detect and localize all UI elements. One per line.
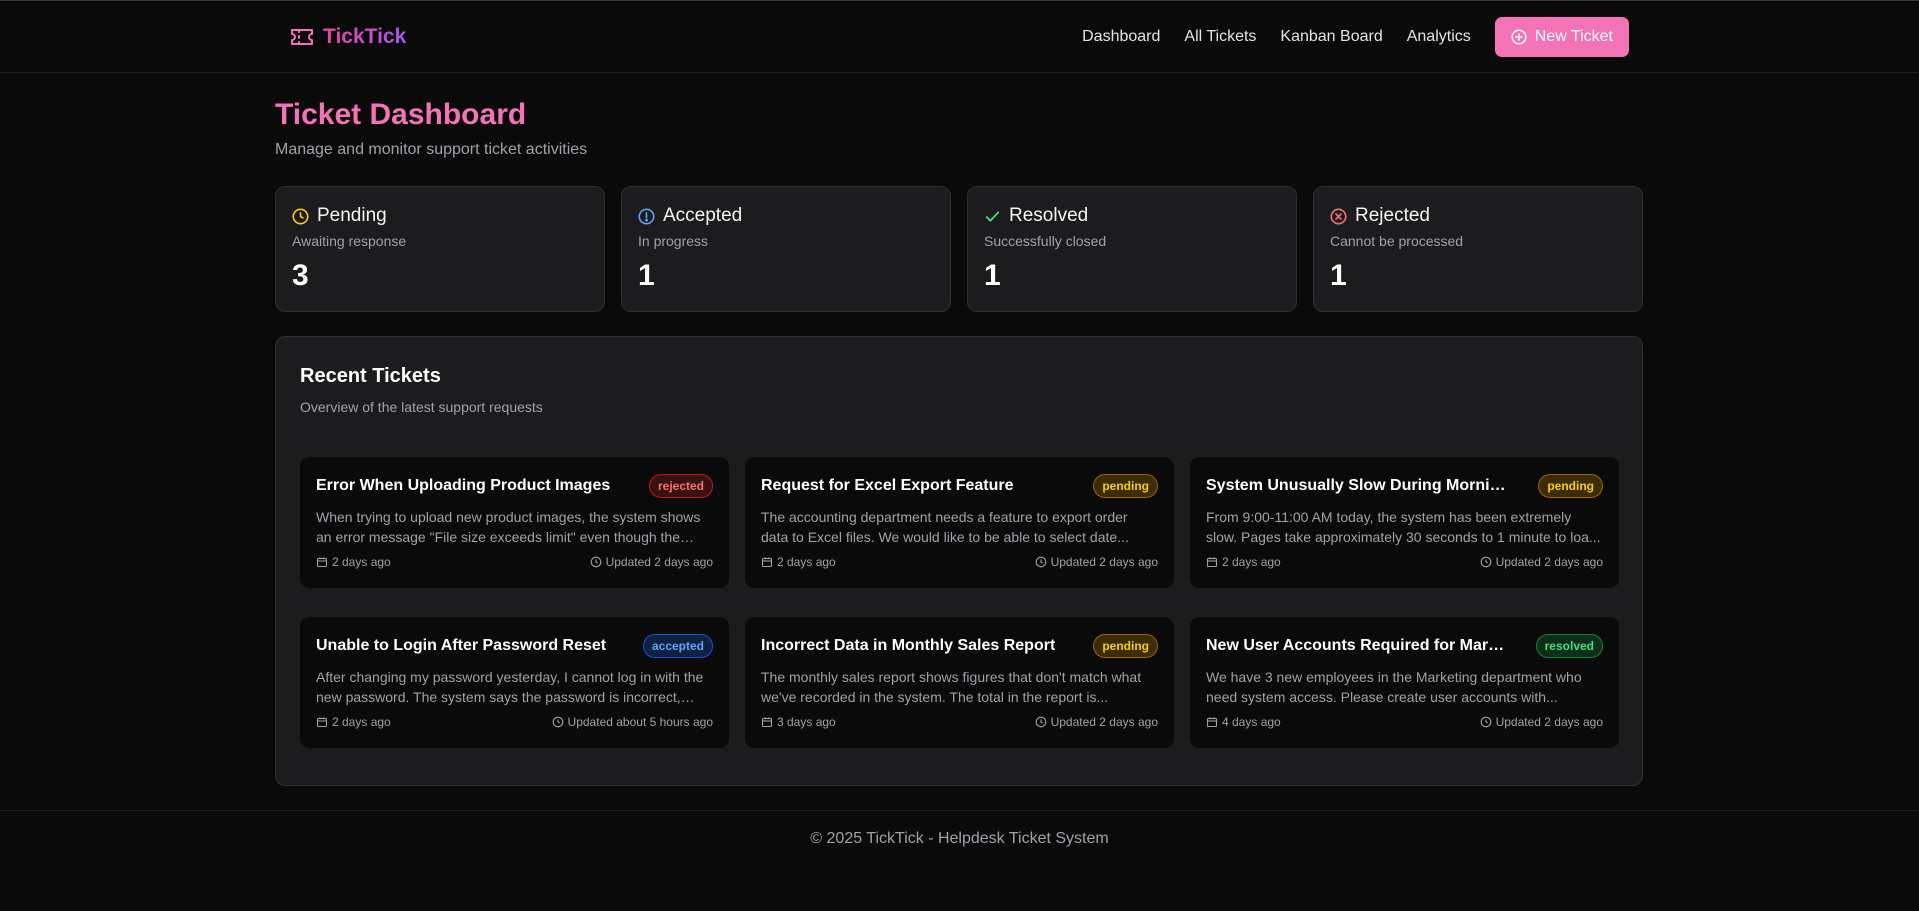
page-subtitle: Manage and monitor support ticket activi… xyxy=(275,141,588,158)
clock-icon xyxy=(1480,556,1491,568)
calendar-icon xyxy=(316,557,328,568)
clock-icon xyxy=(1035,556,1046,568)
ticket-title: Error When Uploading Product Images xyxy=(316,477,611,494)
new-ticket-label: New Ticket xyxy=(1534,28,1613,45)
clock-icon xyxy=(1035,716,1046,728)
nav-all-tickets[interactable]: All Tickets xyxy=(1184,17,1256,57)
updated-date: Updated 2 days ago xyxy=(590,555,713,569)
updated-text: Updated 2 days ago xyxy=(1050,715,1158,729)
ticket-title: New User Accounts Required for Marketin.… xyxy=(1206,637,1506,654)
ticket-icon xyxy=(290,28,314,46)
stat-label: Accepted xyxy=(663,205,743,226)
ticket-title: System Unusually Slow During Morning... xyxy=(1206,477,1506,494)
created-date: 2 days ago xyxy=(1206,555,1281,569)
brand-name: TickTick xyxy=(323,25,407,48)
clock-icon xyxy=(292,207,309,225)
app-header: TickTick Dashboard All Tickets Kanban Bo… xyxy=(0,1,1919,73)
x-circle-icon xyxy=(1330,207,1347,225)
created-date: 2 days ago xyxy=(761,555,836,569)
status-badge: rejected xyxy=(648,474,713,498)
stat-desc: In progress xyxy=(638,233,709,249)
ticket-description: We have 3 new employees in the Marketing… xyxy=(1206,669,1582,705)
stat-value: 3 xyxy=(292,259,309,292)
created-text: 2 days ago xyxy=(1222,555,1281,569)
updated-date: Updated 2 days ago xyxy=(1480,555,1603,569)
created-date: 4 days ago xyxy=(1206,715,1281,729)
check-icon xyxy=(984,208,1001,225)
ticket-card[interactable]: Incorrect Data in Monthly Sales Report p… xyxy=(745,617,1174,748)
stat-value: 1 xyxy=(1330,259,1347,292)
copyright-text: © 2025 TickTick - Helpdesk Ticket System xyxy=(810,830,1109,847)
ticket-description: After changing my password yesterday, I … xyxy=(316,669,704,705)
stat-label: Pending xyxy=(317,205,387,226)
ticket-title: Request for Excel Export Feature xyxy=(761,477,1014,494)
ticket-card[interactable]: Unable to Login After Password Reset acc… xyxy=(300,617,729,748)
stat-desc: Awaiting response xyxy=(292,233,407,249)
created-text: 2 days ago xyxy=(332,715,391,729)
plus-circle-icon xyxy=(1511,29,1527,45)
updated-text: Updated 2 days ago xyxy=(1495,555,1603,569)
ticket-card[interactable]: Request for Excel Export Feature pending… xyxy=(745,457,1174,588)
alert-circle-icon xyxy=(638,207,655,225)
created-text: 4 days ago xyxy=(1222,715,1281,729)
calendar-icon xyxy=(761,717,773,728)
updated-text: Updated about 5 hours ago xyxy=(567,715,713,729)
created-date: 3 days ago xyxy=(761,715,836,729)
stat-card-accepted: Accepted In progress 1 xyxy=(621,186,951,312)
nav-kanban-board[interactable]: Kanban Board xyxy=(1280,17,1382,57)
updated-text: Updated 2 days ago xyxy=(605,555,713,569)
nav-analytics[interactable]: Analytics xyxy=(1407,17,1471,57)
updated-text: Updated 2 days ago xyxy=(1050,555,1158,569)
recent-tickets-panel: Recent Tickets Overview of the latest su… xyxy=(275,336,1643,786)
ticket-description: The monthly sales report shows figures t… xyxy=(761,669,1142,705)
stat-card-rejected: Rejected Cannot be processed 1 xyxy=(1313,186,1643,312)
status-badge: pending xyxy=(1093,634,1158,658)
calendar-icon xyxy=(1206,717,1218,728)
stat-value: 1 xyxy=(638,259,655,292)
stat-card-pending: Pending Awaiting response 3 xyxy=(275,186,605,312)
calendar-icon xyxy=(761,557,773,568)
recent-tickets-title: Recent Tickets xyxy=(300,365,441,387)
ticket-card[interactable]: New User Accounts Required for Marketin.… xyxy=(1190,617,1619,748)
created-text: 3 days ago xyxy=(777,715,836,729)
recent-tickets-subtitle: Overview of the latest support requests xyxy=(300,399,543,415)
ticket-title: Unable to Login After Password Reset xyxy=(316,637,607,654)
created-date: 2 days ago xyxy=(316,715,391,729)
clock-icon xyxy=(1480,716,1491,728)
main-nav: Dashboard All Tickets Kanban Board Analy… xyxy=(1082,17,1629,57)
created-text: 2 days ago xyxy=(777,555,836,569)
status-badge: accepted xyxy=(642,634,713,658)
new-ticket-button[interactable]: New Ticket xyxy=(1494,17,1629,57)
brand-logo[interactable]: TickTick xyxy=(290,25,406,49)
ticket-description: The accounting department needs a featur… xyxy=(761,509,1129,545)
nav-dashboard[interactable]: Dashboard xyxy=(1082,17,1160,57)
stat-label: Rejected xyxy=(1355,205,1430,226)
status-badge: pending xyxy=(1538,474,1603,498)
created-date: 2 days ago xyxy=(316,555,391,569)
page-footer: © 2025 TickTick - Helpdesk Ticket System xyxy=(0,810,1919,911)
clock-icon xyxy=(552,716,563,728)
stat-value: 1 xyxy=(984,259,1001,292)
ticket-card[interactable]: Error When Uploading Product Images reje… xyxy=(300,457,729,588)
status-badge: pending xyxy=(1093,474,1158,498)
stat-desc: Cannot be processed xyxy=(1330,233,1464,249)
ticket-card[interactable]: System Unusually Slow During Morning... … xyxy=(1190,457,1619,588)
calendar-icon xyxy=(1206,557,1218,568)
updated-date: Updated 2 days ago xyxy=(1480,715,1603,729)
calendar-icon xyxy=(316,717,328,728)
clock-icon xyxy=(590,556,601,568)
updated-date: Updated 2 days ago xyxy=(1035,715,1158,729)
stat-desc: Successfully closed xyxy=(984,233,1107,249)
updated-date: Updated 2 days ago xyxy=(1035,555,1158,569)
page-title: Ticket Dashboard xyxy=(275,98,527,131)
updated-date: Updated about 5 hours ago xyxy=(552,715,713,729)
ticket-description: When trying to upload new product images… xyxy=(316,509,701,545)
stat-card-resolved: Resolved Successfully closed 1 xyxy=(967,186,1297,312)
created-text: 2 days ago xyxy=(332,555,391,569)
updated-text: Updated 2 days ago xyxy=(1495,715,1603,729)
ticket-title: Incorrect Data in Monthly Sales Report xyxy=(761,637,1056,654)
ticket-description: From 9:00-11:00 AM today, the system has… xyxy=(1206,509,1601,545)
status-badge: resolved xyxy=(1535,634,1603,658)
stat-label: Resolved xyxy=(1009,205,1089,226)
